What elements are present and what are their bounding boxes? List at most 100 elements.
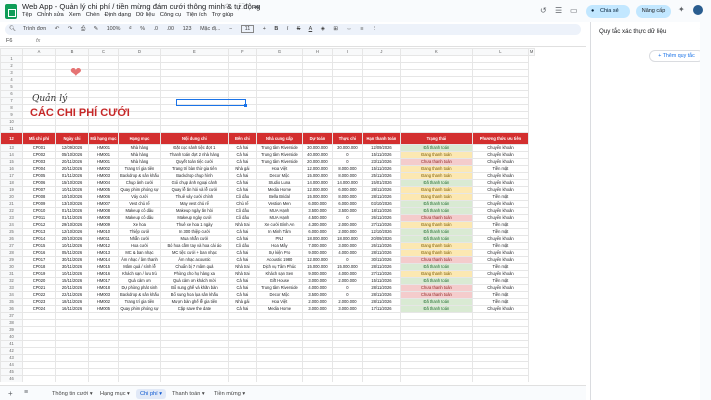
status-badge[interactable]: Đang thanh toán xyxy=(399,193,473,201)
column-header[interactable]: A xyxy=(22,48,56,56)
cell[interactable] xyxy=(227,312,257,320)
status-badge[interactable]: Đã thanh toán xyxy=(399,305,473,313)
cell[interactable]: Chuyển khoản xyxy=(471,249,529,257)
table-header-cell[interactable]: Dự toán xyxy=(301,132,333,145)
cell[interactable]: 3.000.000 xyxy=(331,305,363,313)
undo-icon[interactable]: ↶ xyxy=(55,26,60,32)
cell[interactable]: Mượn bàn ghế lễ gia tiên xyxy=(159,298,229,306)
cell[interactable]: 3.000.000 xyxy=(301,305,333,313)
cell[interactable] xyxy=(159,326,229,334)
cell[interactable] xyxy=(88,326,119,334)
table-header-cell[interactable]: Mã hạng mục xyxy=(88,132,119,145)
cell[interactable]: Cả hai xyxy=(227,277,257,285)
cell[interactable]: Cả hai xyxy=(227,186,257,194)
cell[interactable]: 4.000.000 xyxy=(301,284,333,292)
cell[interactable]: CP023 xyxy=(22,298,56,306)
cell[interactable] xyxy=(301,62,333,70)
add-sheet-icon[interactable]: + xyxy=(8,389,13,398)
cell[interactable] xyxy=(255,333,303,341)
cell[interactable] xyxy=(301,83,333,91)
cell[interactable]: 28/11/2026 xyxy=(361,193,401,201)
cell[interactable] xyxy=(88,319,119,327)
cell[interactable]: HM002 xyxy=(88,298,119,306)
cell[interactable] xyxy=(331,90,363,98)
cell[interactable]: 20/11/2026 xyxy=(55,158,89,166)
cell[interactable]: Nhà hàng xyxy=(118,151,161,159)
cell[interactable] xyxy=(227,69,257,77)
row-header[interactable]: 20 xyxy=(0,193,23,201)
cell[interactable] xyxy=(22,354,56,362)
cell[interactable] xyxy=(301,97,333,105)
cell[interactable]: 3.500.000 xyxy=(331,207,363,215)
cell[interactable] xyxy=(88,375,119,382)
status-badge[interactable]: Đang thanh toán xyxy=(399,172,473,180)
row-header[interactable]: 16 xyxy=(0,165,23,173)
cell[interactable]: Cả hai xyxy=(227,284,257,292)
status-badge[interactable]: Đã thanh toán xyxy=(399,298,473,306)
cell[interactable]: Hoa cưới xyxy=(118,242,161,250)
cell[interactable] xyxy=(331,111,363,119)
search-icon[interactable]: 🔍︎ xyxy=(9,26,16,32)
cell[interactable]: Trung tâm Riverside xyxy=(255,158,303,166)
cell[interactable] xyxy=(118,340,161,348)
cell[interactable] xyxy=(471,361,529,369)
cell[interactable]: 28/11/2026 xyxy=(361,263,401,271)
cell[interactable] xyxy=(361,83,401,91)
cell[interactable]: In 300 thiệp cưới xyxy=(159,228,229,236)
paint-format-icon[interactable]: ✎ xyxy=(94,26,99,32)
table-header-cell[interactable]: Hạng mục xyxy=(118,132,161,145)
status-badge[interactable]: Đang thanh toán xyxy=(399,186,473,194)
cell[interactable]: 4.000.000 xyxy=(331,249,363,257)
cell[interactable]: 25/11/2026 xyxy=(361,172,401,180)
cell[interactable]: Cả hai xyxy=(227,256,257,264)
cell[interactable]: 4.500.000 xyxy=(301,214,333,222)
cell[interactable]: Gift House xyxy=(255,277,303,285)
cell[interactable] xyxy=(361,69,401,77)
cell[interactable]: 10/10/2026 xyxy=(55,193,89,201)
cell[interactable] xyxy=(471,118,529,126)
column-header[interactable]: H xyxy=(301,48,333,56)
cell[interactable]: MUA Hạnh xyxy=(255,214,303,222)
menu-item[interactable]: Tiện ích xyxy=(186,12,206,18)
cell[interactable]: 7.000.000 xyxy=(301,242,333,250)
cell[interactable] xyxy=(22,368,56,376)
cell[interactable]: Trung tâm Riverside xyxy=(255,284,303,292)
cell[interactable]: CP009 xyxy=(22,200,56,208)
cell[interactable] xyxy=(88,340,119,348)
cell[interactable]: HM006 xyxy=(88,193,119,201)
cell[interactable]: 20/09/2026 xyxy=(361,235,401,243)
cell[interactable] xyxy=(55,312,89,320)
status-badge[interactable]: Chưa thanh toán xyxy=(399,214,473,222)
cell[interactable] xyxy=(159,76,229,84)
cell[interactable]: In Minh Tâm xyxy=(255,228,303,236)
cell[interactable]: CP019 xyxy=(22,270,56,278)
cell[interactable]: Cô dâu xyxy=(227,242,257,250)
cell[interactable]: Chuyển khoản xyxy=(471,186,529,194)
cell[interactable]: MUA Hạnh xyxy=(255,207,303,215)
cell[interactable]: CP022 xyxy=(22,291,56,299)
cell[interactable]: Nhà trai xyxy=(227,270,257,278)
cell[interactable] xyxy=(118,319,161,327)
cell[interactable] xyxy=(361,125,401,133)
cell[interactable]: Trang trí gia tiên xyxy=(118,298,161,306)
cell[interactable]: Váy cưới xyxy=(118,193,161,201)
cell[interactable]: Tiền mặt xyxy=(471,263,529,271)
cell[interactable] xyxy=(118,326,161,334)
cell[interactable] xyxy=(331,347,363,355)
cell[interactable] xyxy=(471,319,529,327)
cell[interactable]: Quay phim phóng sự xyxy=(118,186,161,194)
cell[interactable]: 27/11/2026 xyxy=(361,270,401,278)
row-header[interactable]: 26 xyxy=(0,235,23,243)
cell[interactable] xyxy=(88,347,119,355)
cell[interactable] xyxy=(361,340,401,348)
decrease-decimal-button[interactable]: .0 xyxy=(154,26,159,32)
cell[interactable]: HM016 xyxy=(88,270,119,278)
print-icon[interactable]: ⎙ xyxy=(81,26,85,32)
cell[interactable] xyxy=(227,76,257,84)
cell[interactable]: Thuê váy cưới chính xyxy=(159,193,229,201)
table-header-cell[interactable]: Thực chi xyxy=(331,132,363,145)
cell[interactable] xyxy=(361,375,401,382)
table-header-cell[interactable]: Mã chi phí xyxy=(22,132,56,145)
status-badge[interactable]: Đã thanh toán xyxy=(399,277,473,285)
row-header[interactable]: 8 xyxy=(0,104,23,112)
